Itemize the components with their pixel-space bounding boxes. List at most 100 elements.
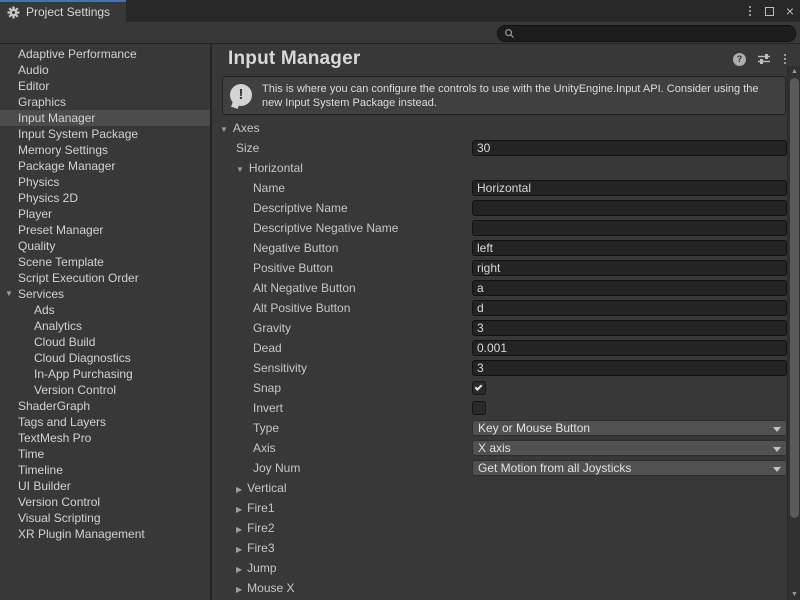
foldout-collapsed-icon[interactable]: ▶ [236, 545, 242, 554]
sidebar-item-ui-builder[interactable]: UI Builder [0, 478, 210, 494]
sidebar-item-audio[interactable]: Audio [0, 62, 210, 78]
sidebar-item-input-manager[interactable]: Input Manager [0, 110, 210, 126]
foldout-collapsed-icon[interactable]: ▶ [236, 485, 242, 494]
invert-checkbox[interactable] [472, 401, 486, 415]
alt-negative-button-input[interactable]: a [472, 280, 787, 296]
negative-button-input[interactable]: left [472, 240, 787, 256]
scroll-down-icon[interactable]: ▼ [788, 591, 800, 598]
dropdown-value: Key or Mouse Button [478, 421, 590, 435]
gear-icon [7, 6, 20, 19]
info-exclamation-icon: ! [229, 84, 253, 108]
vertical-scrollbar[interactable]: ▲ ▼ [787, 66, 800, 600]
sidebar-item-package-manager[interactable]: Package Manager [0, 158, 210, 174]
label-text: Horizontal [249, 161, 303, 175]
foldout-collapsed-icon[interactable]: ▶ [236, 525, 242, 534]
sidebar-item-script-execution-order[interactable]: Script Execution Order [0, 270, 210, 286]
axis-dropdown[interactable]: X axis [472, 440, 787, 456]
sidebar-item-label: Graphics [0, 95, 66, 109]
sidebar-item-xr-plugin-management[interactable]: XR Plugin Management [0, 526, 210, 542]
sidebar-item-time[interactable]: Time [0, 446, 210, 462]
alt-positive-button-input[interactable]: d [472, 300, 787, 316]
gravity-input[interactable]: 3 [472, 320, 787, 336]
tab-project-settings[interactable]: Project Settings [0, 0, 126, 22]
sidebar-item-physics-2d[interactable]: Physics 2D [0, 190, 210, 206]
sidebar-item-label: Preset Manager [0, 223, 103, 237]
foldout-axes[interactable]: ▼Axes [220, 118, 260, 138]
foldout-fire2[interactable]: ▶Fire2 [236, 518, 275, 538]
foldout-collapsed-icon[interactable]: ▶ [236, 585, 242, 594]
search-input[interactable] [519, 28, 789, 40]
sidebar-item-version-control[interactable]: Version Control [0, 382, 210, 398]
sidebar-item-label: Audio [0, 63, 49, 77]
foldout-fire1[interactable]: ▶Fire1 [236, 498, 275, 518]
sidebar-item-physics[interactable]: Physics [0, 174, 210, 190]
sidebar-item-textmesh-pro[interactable]: TextMesh Pro [0, 430, 210, 446]
sidebar-item-version-control[interactable]: Version Control [0, 494, 210, 510]
sidebar-item-label: Cloud Build [0, 335, 95, 349]
foldout-fire3[interactable]: ▶Fire3 [236, 538, 275, 558]
descriptive-name-input[interactable] [472, 200, 787, 216]
window-more-icon[interactable] [747, 4, 753, 18]
foldout-expanded-icon[interactable]: ▼ [236, 165, 244, 174]
sidebar-item-label: Version Control [0, 383, 116, 397]
scroll-up-icon[interactable]: ▲ [788, 68, 800, 75]
maximize-icon[interactable] [765, 7, 774, 16]
type-dropdown[interactable]: Key or Mouse Button [472, 420, 787, 436]
property-label: Descriptive Name [253, 198, 348, 218]
foldout-jump[interactable]: ▶Jump [236, 558, 277, 578]
descriptive-negative-name-input[interactable] [472, 220, 787, 236]
property-row-fire2: ▶Fire2 [212, 518, 787, 538]
sidebar-item-cloud-diagnostics[interactable]: Cloud Diagnostics [0, 350, 210, 366]
sidebar-item-visual-scripting[interactable]: Visual Scripting [0, 510, 210, 526]
sidebar-item-tags-and-layers[interactable]: Tags and Layers [0, 414, 210, 430]
property-row-sensitivity: Sensitivity3 [212, 358, 787, 378]
toolbar [0, 22, 800, 44]
help-icon[interactable]: ? [733, 53, 746, 66]
foldout-vertical[interactable]: ▶Vertical [236, 478, 287, 498]
size-input[interactable]: 30 [472, 140, 787, 156]
sidebar-item-player[interactable]: Player [0, 206, 210, 222]
sidebar-item-label: Package Manager [0, 159, 115, 173]
sidebar-item-services[interactable]: ▼Services [0, 286, 210, 302]
info-text: This is where you can configure the cont… [262, 82, 777, 110]
property-label: Alt Positive Button [253, 298, 350, 318]
sidebar-item-quality[interactable]: Quality [0, 238, 210, 254]
sidebar-item-label: Scene Template [0, 255, 104, 269]
sidebar-item-shadergraph[interactable]: ShaderGraph [0, 398, 210, 414]
joy-num-dropdown[interactable]: Get Motion from all Joysticks [472, 460, 787, 476]
sidebar-item-graphics[interactable]: Graphics [0, 94, 210, 110]
presets-icon[interactable] [757, 53, 771, 65]
property-row-fire3: ▶Fire3 [212, 538, 787, 558]
sidebar-item-input-system-package[interactable]: Input System Package [0, 126, 210, 142]
search-field[interactable] [497, 25, 796, 42]
foldout-collapsed-icon[interactable]: ▶ [236, 505, 242, 514]
sidebar-item-scene-template[interactable]: Scene Template [0, 254, 210, 270]
foldout-collapsed-icon[interactable]: ▶ [236, 565, 242, 574]
positive-button-input[interactable]: right [472, 260, 787, 276]
foldout-horizontal[interactable]: ▼ Horizontal [236, 158, 303, 178]
foldout-mouse-x[interactable]: ▶Mouse X [236, 578, 295, 598]
sidebar-item-cloud-build[interactable]: Cloud Build [0, 334, 210, 350]
scrollbar-thumb[interactable] [790, 78, 799, 518]
input-manager-panel: Input Manager ? ! This is where you ca [212, 44, 800, 600]
sidebar-item-timeline[interactable]: Timeline [0, 462, 210, 478]
sidebar-item-in-app-purchasing[interactable]: In-App Purchasing [0, 366, 210, 382]
sidebar-item-memory-settings[interactable]: Memory Settings [0, 142, 210, 158]
sidebar-item-analytics[interactable]: Analytics [0, 318, 210, 334]
tab-label: Project Settings [26, 5, 110, 19]
sidebar-item-editor[interactable]: Editor [0, 78, 210, 94]
close-icon[interactable]: × [786, 4, 794, 18]
sidebar-item-preset-manager[interactable]: Preset Manager [0, 222, 210, 238]
more-icon[interactable] [782, 52, 788, 66]
foldout-expanded-icon[interactable]: ▼ [5, 286, 13, 302]
sensitivity-input[interactable]: 3 [472, 360, 787, 376]
name-input[interactable]: Horizontal [472, 180, 787, 196]
property-row-size: Size30 [212, 138, 787, 158]
dead-input[interactable]: 0.001 [472, 340, 787, 356]
sidebar-item-adaptive-performance[interactable]: Adaptive Performance [0, 46, 210, 62]
foldout-expanded-icon[interactable]: ▼ [220, 125, 228, 134]
sidebar-item-ads[interactable]: Ads [0, 302, 210, 318]
sidebar-item-label: UI Builder [0, 479, 71, 493]
property-label: Dead [253, 338, 282, 358]
snap-checkbox[interactable] [472, 381, 486, 395]
